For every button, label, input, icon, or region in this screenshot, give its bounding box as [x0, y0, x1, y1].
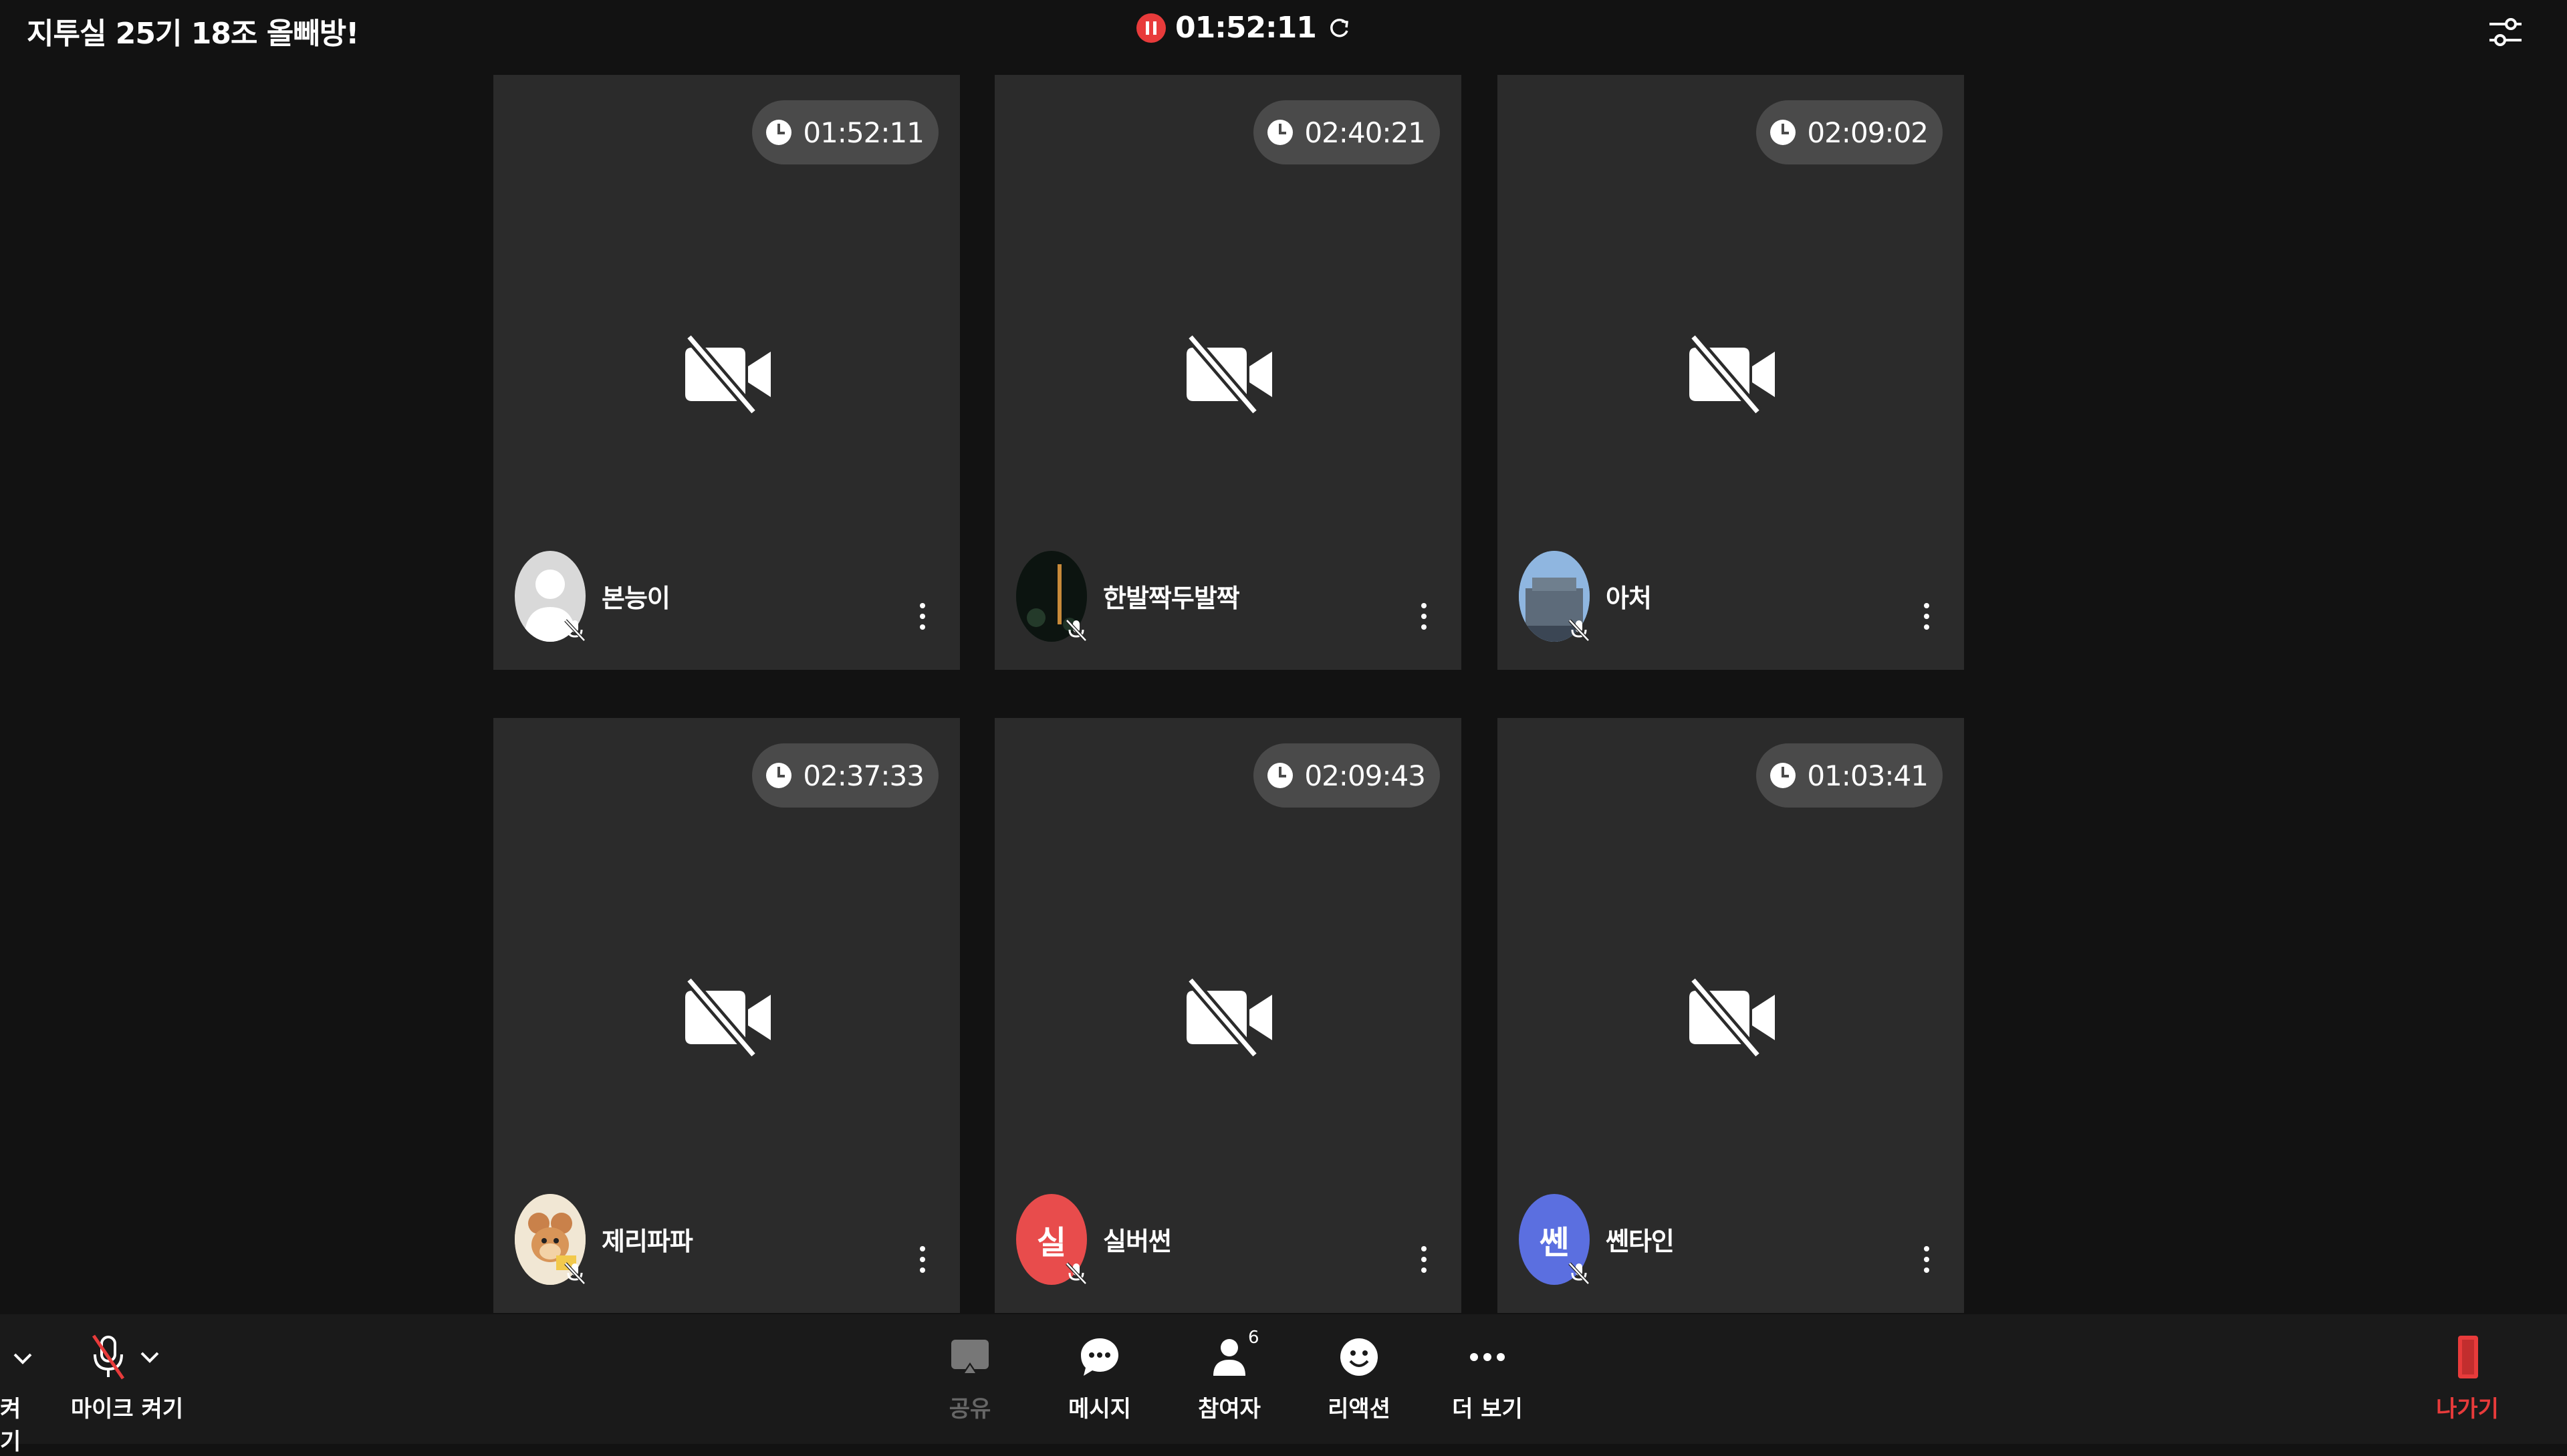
participant-avatar — [1016, 551, 1087, 642]
participant-timer-pill: 02:09:02 — [1756, 100, 1943, 164]
more-options-icon[interactable] — [916, 603, 929, 643]
clock-icon — [766, 120, 792, 145]
avatar-letter: 쎈 — [1539, 1224, 1570, 1261]
chevron-down-icon[interactable] — [9, 1345, 36, 1372]
participants-button[interactable]: 6 참여자 — [1179, 1328, 1279, 1423]
participant-name: 본능이 — [602, 584, 670, 613]
refresh-icon[interactable] — [1326, 15, 1352, 41]
participant-timer-pill: 01:03:41 — [1756, 743, 1943, 808]
participant-avatar: 실 — [1016, 1194, 1087, 1285]
participant-tile[interactable]: 02:09:02 아처 — [1497, 75, 1964, 670]
participant-timer-pill: 02:40:21 — [1253, 100, 1440, 164]
share-label: 공유 — [949, 1396, 991, 1423]
mic-muted-icon — [564, 619, 586, 642]
mic-muted-icon — [1066, 1262, 1087, 1285]
camera-toggle-button[interactable]: 켜기 — [0, 1333, 40, 1456]
participant-timer: 02:40:21 — [1304, 116, 1426, 149]
chevron-down-icon[interactable] — [136, 1344, 163, 1370]
avatar-letter: 실 — [1036, 1224, 1067, 1261]
clock-icon — [1770, 120, 1796, 145]
mic-muted-icon — [1066, 619, 1087, 642]
clock-icon — [1770, 763, 1796, 788]
clock-icon — [766, 763, 792, 788]
share-screen-icon — [951, 1340, 989, 1374]
camera-off-icon — [680, 328, 773, 421]
settings-sliders-icon[interactable] — [2485, 12, 2526, 52]
participant-avatar — [515, 1194, 586, 1285]
participants-count-badge: 6 — [1248, 1328, 1259, 1348]
camera-off-icon — [1684, 971, 1778, 1064]
more-options-icon[interactable] — [916, 1246, 929, 1286]
more-options-icon[interactable] — [1920, 603, 1933, 643]
more-label: 더 보기 — [1452, 1396, 1523, 1423]
room-title: 지투실 25기 18조 올빼방! — [27, 17, 359, 51]
reaction-label: 리액션 — [1328, 1396, 1390, 1423]
participant-timer: 01:52:11 — [803, 116, 925, 149]
more-options-icon[interactable] — [1920, 1246, 1933, 1286]
mic-toggle-label: 마이크 켜기 — [70, 1396, 184, 1423]
more-dots-icon — [1470, 1353, 1505, 1361]
bottom-toolbar: 켜기 마이크 켜기 공유 메시지 6 참여자 리액션 더 보기 나가기 — [0, 1314, 2567, 1455]
more-button[interactable]: 더 보기 — [1437, 1333, 1538, 1423]
more-options-icon[interactable] — [1417, 603, 1431, 643]
participant-avatar — [1519, 551, 1590, 642]
participant-name: 제리파파 — [602, 1227, 693, 1256]
mic-muted-icon[interactable] — [87, 1333, 130, 1381]
participant-name: 아처 — [1606, 584, 1652, 613]
participant-tile[interactable]: 02:37:33 제리파파 — [493, 718, 960, 1313]
smiley-icon — [1340, 1338, 1378, 1376]
participant-timer: 02:09:43 — [1304, 759, 1426, 792]
leave-label: 나가기 — [2436, 1396, 2499, 1423]
participant-timer: 01:03:41 — [1807, 759, 1929, 792]
participant-tile[interactable]: 02:09:43 실 실버썬 — [995, 718, 1461, 1313]
record-pause-icon[interactable] — [1136, 13, 1166, 43]
camera-off-icon — [1181, 328, 1275, 421]
session-timer: 01:52:11 — [1175, 11, 1317, 45]
participant-timer-pill: 01:52:11 — [752, 100, 939, 164]
participant-timer-pill: 02:09:43 — [1253, 743, 1440, 808]
chat-bubble-icon — [1081, 1338, 1118, 1376]
exit-door-icon — [2458, 1336, 2478, 1378]
mic-muted-icon — [1568, 1262, 1590, 1285]
clock-icon — [1267, 120, 1294, 145]
participant-timer-pill: 02:37:33 — [752, 743, 939, 808]
clock-icon — [1267, 763, 1294, 788]
message-label: 메시지 — [1068, 1396, 1131, 1423]
camera-off-icon — [1181, 971, 1275, 1064]
participant-name: 한발짝두발짝 — [1103, 584, 1240, 613]
mic-toggle-button[interactable]: 마이크 켜기 — [67, 1333, 187, 1423]
recording-indicator[interactable]: 01:52:11 — [1136, 11, 1352, 45]
participant-avatar — [515, 551, 586, 642]
participant-timer: 02:37:33 — [803, 759, 925, 792]
participant-avatar: 쎈 — [1519, 1194, 1590, 1285]
participant-timer: 02:09:02 — [1807, 116, 1929, 149]
mic-muted-icon — [1568, 619, 1590, 642]
participants-label: 참여자 — [1198, 1396, 1261, 1423]
person-icon — [1213, 1339, 1245, 1376]
participant-name: 쎈타인 — [1606, 1227, 1675, 1256]
mic-muted-icon — [564, 1262, 586, 1285]
reaction-button[interactable]: 리액션 — [1309, 1333, 1409, 1423]
camera-toggle-label: 켜기 — [0, 1396, 21, 1455]
message-button[interactable]: 메시지 — [1050, 1333, 1150, 1423]
camera-off-icon — [680, 971, 773, 1064]
top-bar: 지투실 25기 18조 올빼방! 01:52:11 — [0, 0, 2567, 67]
share-button[interactable]: 공유 — [920, 1333, 1020, 1423]
participant-tile[interactable]: 02:40:21 한발짝두발짝 — [995, 75, 1461, 670]
camera-off-icon — [1684, 328, 1778, 421]
participant-tile[interactable]: 01:03:41 쎈 쎈타인 — [1497, 718, 1964, 1313]
leave-button[interactable]: 나가기 — [2417, 1333, 2518, 1423]
more-options-icon[interactable] — [1417, 1246, 1431, 1286]
participant-name: 실버썬 — [1103, 1227, 1172, 1256]
participant-tile[interactable]: 01:52:11 본능이 — [493, 75, 960, 670]
